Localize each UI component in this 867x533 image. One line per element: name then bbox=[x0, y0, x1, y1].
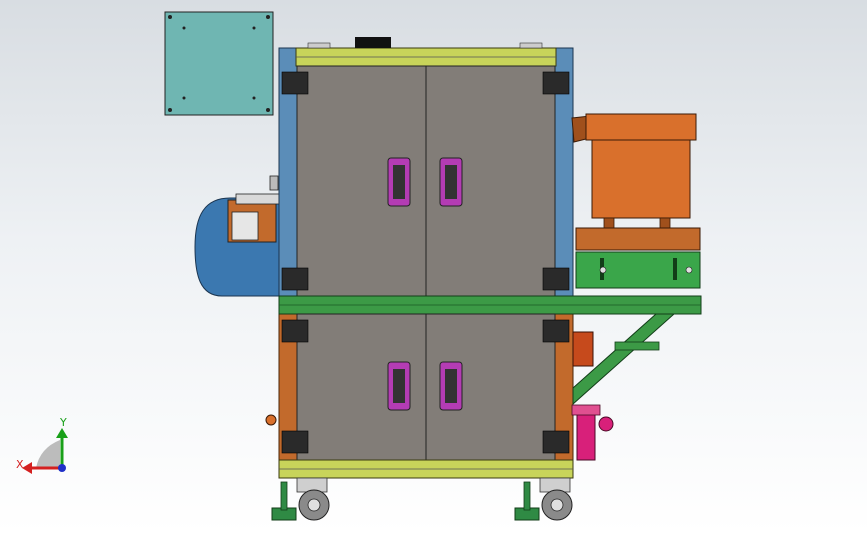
axis-triad: Y X bbox=[16, 416, 68, 474]
frame-left-post[interactable] bbox=[278, 47, 298, 463]
middle-beam[interactable] bbox=[278, 295, 702, 315]
top-beam[interactable] bbox=[295, 37, 557, 67]
z-axis-dot bbox=[58, 464, 66, 472]
upper-door-handle-right[interactable] bbox=[439, 157, 463, 207]
upper-door-handle-left[interactable] bbox=[387, 157, 411, 207]
lower-door-handle-left[interactable] bbox=[387, 361, 411, 411]
support-brace[interactable] bbox=[572, 313, 676, 406]
motor-housing[interactable] bbox=[194, 175, 283, 297]
base-beam[interactable] bbox=[278, 459, 574, 479]
vibratory-bowl[interactable] bbox=[571, 113, 701, 251]
indicator-light[interactable] bbox=[265, 414, 277, 426]
feeder-base[interactable] bbox=[575, 251, 701, 289]
x-axis-label: X bbox=[16, 458, 24, 471]
frame-right-post[interactable] bbox=[554, 47, 574, 463]
machine-assembly-model[interactable]: Y X bbox=[0, 0, 867, 533]
control-box[interactable] bbox=[164, 11, 274, 116]
air-filter-regulator[interactable] bbox=[571, 404, 614, 461]
y-axis-label: Y bbox=[59, 416, 67, 429]
cad-graphics-area[interactable]: Y X bbox=[0, 0, 867, 533]
caster-left[interactable] bbox=[271, 477, 330, 521]
lower-door-handle-right[interactable] bbox=[439, 361, 463, 411]
caster-right[interactable] bbox=[514, 477, 573, 521]
